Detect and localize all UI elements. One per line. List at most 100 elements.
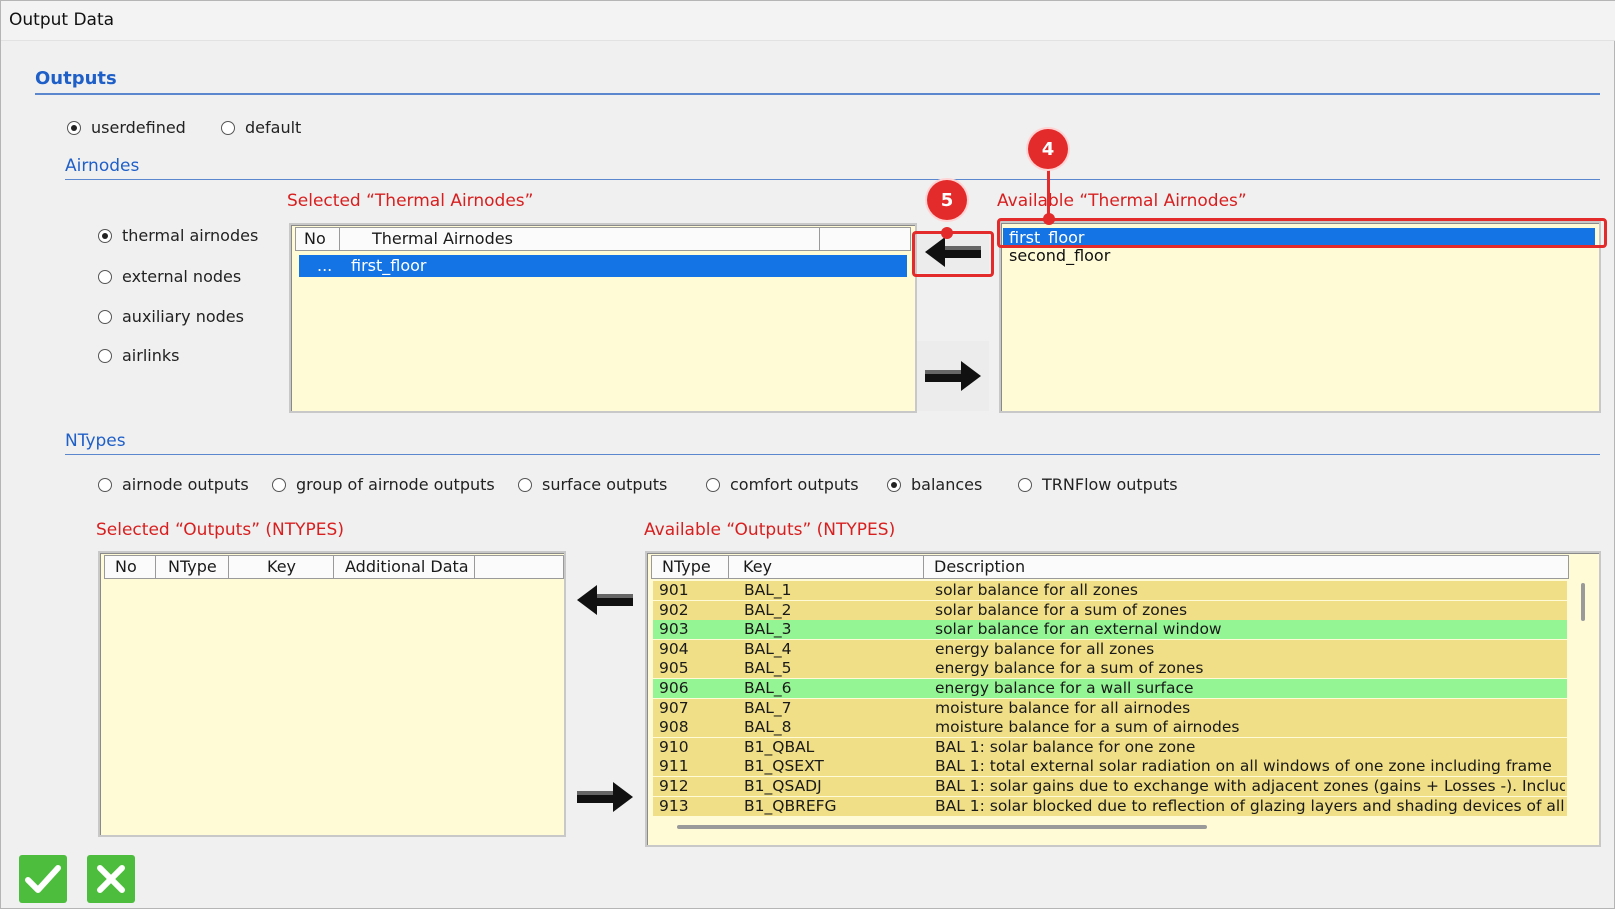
available-outputs-grid[interactable]: NType Key Description 901 BAL_1 solar bala… <box>645 551 1601 847</box>
cell-key: BAL_3 <box>744 620 792 639</box>
vertical-scrollbar[interactable] <box>1581 583 1585 621</box>
radio-dot <box>272 477 286 492</box>
annotation-box-4 <box>997 218 1607 248</box>
annotation-badge-4: 4 <box>1028 129 1068 169</box>
radio-dot <box>518 477 532 492</box>
col-description[interactable]: Description <box>924 556 1568 578</box>
radio-label: comfort outputs <box>730 475 859 494</box>
radio-label: external nodes <box>122 267 242 286</box>
cell-desc: BAL 1: total external solar radiation on… <box>935 757 1552 776</box>
cell-key: BAL_2 <box>744 600 792 619</box>
col-thermal-airnodes[interactable]: Thermal Airnodes <box>340 228 820 250</box>
cell-desc: BAL 1: solar balance for one zone <box>935 737 1196 756</box>
cell-ntype: 908 <box>659 718 689 737</box>
radio-dot <box>98 269 112 284</box>
col-key[interactable]: Key <box>729 556 924 578</box>
output-row[interactable]: 911 B1_QSEXT BAL 1: total external solar r… <box>653 757 1567 777</box>
radio-trnflow-outputs[interactable]: TRNFlow outputs <box>1018 475 1178 494</box>
cell-key: B1_QBREFG <box>744 796 837 815</box>
cell-ntype: 903 <box>659 620 689 639</box>
annotation-box-5 <box>912 231 994 277</box>
col-ntype[interactable]: NType <box>652 556 729 578</box>
arrow-right-icon <box>577 782 633 812</box>
output-row[interactable]: 910 B1_QBAL BAL 1: solar balance for one z… <box>653 737 1567 757</box>
cell-ntype: 902 <box>659 600 689 619</box>
radio-label: auxiliary nodes <box>122 307 244 326</box>
move-to-available-button[interactable] <box>917 341 989 411</box>
output-row[interactable]: 913 B1_QBREFG BAL 1: solar blocked due to … <box>653 796 1567 816</box>
add-output-button[interactable] <box>570 579 640 621</box>
cell-ntype: 907 <box>659 698 689 717</box>
outputs-heading: Outputs <box>35 68 117 89</box>
selected-airnodes-label: Selected “Thermal Airnodes” <box>287 191 534 211</box>
radio-airlinks[interactable]: airlinks <box>98 346 179 365</box>
output-row[interactable]: 904 BAL_4 energy balance for all zones <box>653 639 1567 659</box>
airnodes-divider <box>65 179 1600 180</box>
available-outputs-header: NType Key Description <box>651 555 1569 579</box>
output-row[interactable]: 901 BAL_1 solar balance for all zones <box>653 581 1567 600</box>
cell-key: B1_QSEXT <box>744 757 824 776</box>
cell-key: BAL_4 <box>744 639 792 658</box>
col-no[interactable]: No <box>296 228 340 250</box>
annotation-dot-5 <box>941 227 953 239</box>
arrow-right-icon <box>925 361 981 391</box>
cell-desc: solar balance for a sum of zones <box>935 600 1188 619</box>
radio-dot <box>98 348 112 363</box>
radio-auxiliary-nodes[interactable]: auxiliary nodes <box>98 307 244 326</box>
output-row[interactable]: 906 BAL_6 energy balance for a wall surfac… <box>653 679 1567 698</box>
col-key[interactable]: Key <box>229 556 334 578</box>
cell-desc: BAL 1: solar blocked due to reflection o… <box>935 796 1565 815</box>
col-extra[interactable] <box>820 228 910 250</box>
radio-airnode-outputs[interactable]: airnode outputs <box>98 475 249 494</box>
radio-label: surface outputs <box>542 475 668 494</box>
output-row[interactable]: 903 BAL_3 solar balance for an external wi… <box>653 620 1567 640</box>
radio-comfort-outputs[interactable]: comfort outputs <box>706 475 859 494</box>
radio-dot <box>67 120 81 135</box>
radio-group-of-airnode-outputs[interactable]: group of airnode outputs <box>272 475 495 494</box>
col-ntype[interactable]: NType <box>156 556 229 578</box>
cell-desc: energy balance for all zones <box>935 639 1155 658</box>
radio-surface-outputs[interactable]: surface outputs <box>518 475 667 494</box>
output-row[interactable]: 905 BAL_5 energy balance for a sum of zone… <box>653 659 1567 679</box>
radio-label: airnode outputs <box>122 475 249 494</box>
radio-balances[interactable]: balances <box>887 475 982 494</box>
selected-airnode-row[interactable]: ... first_floor <box>299 255 907 277</box>
cell-desc: energy balance for a sum of zones <box>935 659 1204 678</box>
radio-dot <box>706 477 720 492</box>
cell-key: BAL_7 <box>744 698 792 717</box>
airnodes-heading: Airnodes <box>65 156 140 176</box>
cell-desc: moisture balance for all airnodes <box>935 698 1191 717</box>
output-row[interactable]: 912 B1_QSADJ BAL 1: solar gains due to exc… <box>653 777 1567 796</box>
selected-airnodes-list[interactable]: No Thermal Airnodes ... first_floor <box>289 223 917 413</box>
radio-userdefined[interactable]: userdefined <box>67 118 186 137</box>
col-extra[interactable] <box>475 556 563 578</box>
available-airnodes-list[interactable]: first_floor second_floor <box>999 221 1601 413</box>
horizontal-scrollbar[interactable] <box>677 825 1207 829</box>
cell-key: BAL_1 <box>744 581 792 599</box>
cell-ntype: 913 <box>659 796 689 815</box>
remove-output-button[interactable] <box>570 776 640 818</box>
cancel-button[interactable] <box>87 855 135 903</box>
cell-desc: solar balance for an external window <box>935 620 1222 639</box>
radio-label: default <box>245 118 302 137</box>
radio-default[interactable]: default <box>221 118 301 137</box>
annotation-badge-5: 5 <box>927 180 967 220</box>
cell-ntype: 912 <box>659 777 689 795</box>
radio-dot <box>1018 477 1032 492</box>
available-airnode-item[interactable]: second_floor <box>1009 247 1110 265</box>
selected-outputs-list[interactable]: No NType Key Additional Data <box>98 551 566 837</box>
output-row[interactable]: 902 BAL_2 solar balance for a sum of zones <box>653 600 1567 620</box>
cell-desc: BAL 1: solar gains due to exchange with … <box>935 777 1565 795</box>
ok-button[interactable] <box>19 855 67 903</box>
window-title: Output Data <box>9 10 115 30</box>
col-additional-data[interactable]: Additional Data <box>334 556 475 578</box>
radio-external-nodes[interactable]: external nodes <box>98 267 241 286</box>
arrow-left-icon <box>577 585 633 615</box>
output-row[interactable]: 908 BAL_8 moisture balance for a sum of ai… <box>653 718 1567 738</box>
output-row[interactable]: 907 BAL_7 moisture balance for all airnode… <box>653 698 1567 718</box>
selected-outputs-label: Selected “Outputs” (NTYPES) <box>96 520 344 540</box>
radio-thermal-airnodes[interactable]: thermal airnodes <box>98 226 258 245</box>
checkmark-icon <box>25 865 61 893</box>
col-no[interactable]: No <box>105 556 156 578</box>
radio-dot <box>887 477 901 492</box>
